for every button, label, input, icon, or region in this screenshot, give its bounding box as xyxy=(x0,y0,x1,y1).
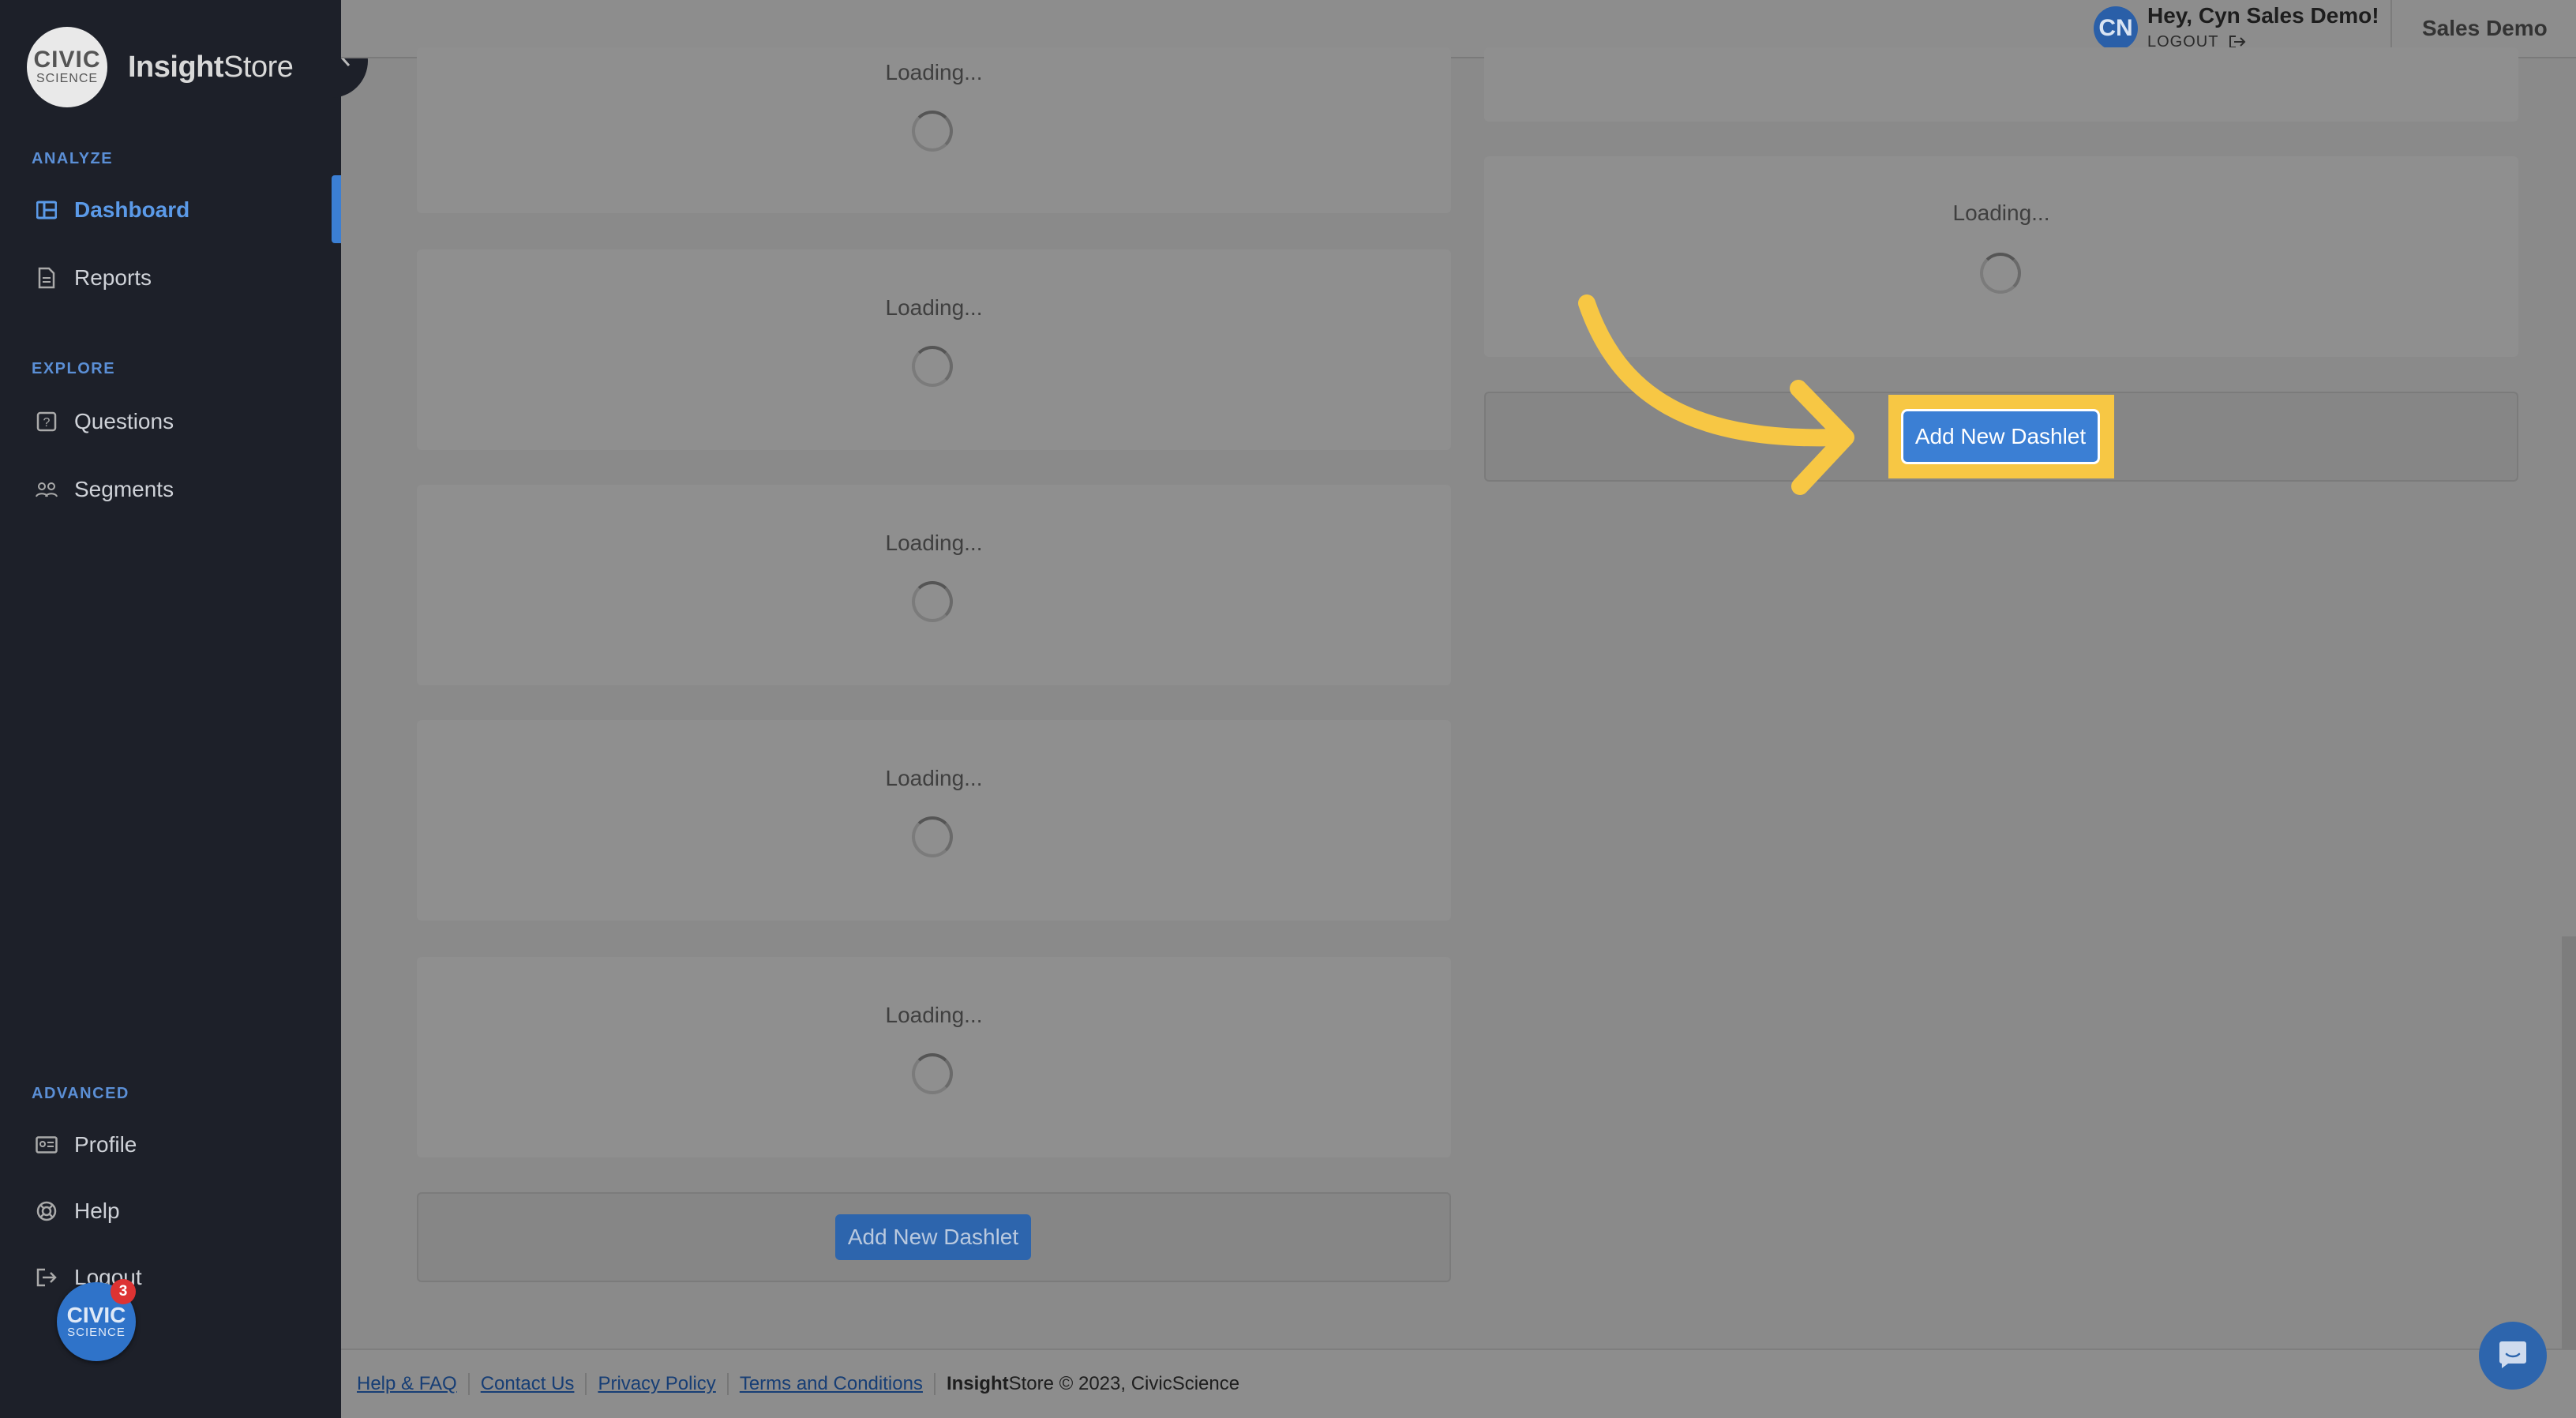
id-card-icon xyxy=(35,1133,58,1157)
chat-button[interactable] xyxy=(2479,1322,2547,1390)
sidebar: CIVIC SCIENCE InsightStore ANALYZE Dashb… xyxy=(0,0,341,1418)
section-label-advanced: ADVANCED xyxy=(32,1085,129,1102)
annotation-arrow-icon xyxy=(1578,294,1854,495)
section-label-analyze: ANALYZE xyxy=(32,150,114,167)
footer-link-help-faq[interactable]: Help & FAQ xyxy=(357,1373,470,1395)
loading-spinner-icon xyxy=(912,816,953,857)
footer-link-privacy-policy[interactable]: Privacy Policy xyxy=(598,1373,729,1395)
active-indicator xyxy=(332,175,341,243)
notification-count-badge: 3 xyxy=(111,1279,136,1304)
lifebuoy-icon xyxy=(35,1199,58,1223)
sidebar-item-dashboard[interactable]: Dashboard xyxy=(0,177,341,243)
dashlet-card xyxy=(1484,47,2518,122)
loading-spinner-icon xyxy=(912,346,953,387)
people-icon xyxy=(35,478,58,501)
brand-logo[interactable]: CIVIC SCIENCE InsightStore xyxy=(27,27,294,107)
add-new-dashlet-button-highlighted[interactable]: Add New Dashlet xyxy=(1901,409,2100,464)
app-name: InsightStore xyxy=(128,50,294,84)
section-label-explore: EXPLORE xyxy=(32,360,116,377)
document-icon xyxy=(35,266,58,290)
dashboard-icon xyxy=(35,198,58,222)
footer-link-contact-us[interactable]: Contact Us xyxy=(481,1373,587,1395)
civicscience-logo: CIVIC SCIENCE xyxy=(27,27,107,107)
footer: Help & FAQ Contact Us Privacy Policy Ter… xyxy=(341,1349,2576,1418)
loading-spinner-icon xyxy=(1980,253,2021,294)
question-icon: ? xyxy=(35,410,58,433)
account-name[interactable]: Sales Demo xyxy=(2422,16,2548,41)
loading-spinner-icon xyxy=(912,1053,953,1094)
sidebar-item-questions[interactable]: ? Questions xyxy=(0,388,341,455)
sidebar-item-segments[interactable]: Segments xyxy=(0,456,341,523)
sidebar-item-profile[interactable]: Profile xyxy=(0,1112,341,1178)
svg-text:?: ? xyxy=(43,416,51,430)
loading-spinner-icon xyxy=(912,111,953,152)
sidebar-item-help[interactable]: Help xyxy=(0,1178,341,1244)
chat-icon xyxy=(2497,1338,2529,1374)
scrollbar[interactable] xyxy=(2562,936,2576,1349)
logout-icon xyxy=(35,1266,58,1289)
sidebar-item-reports[interactable]: Reports xyxy=(0,245,341,311)
copyright-text: InsightStore © 2023, CivicScience xyxy=(946,1373,1240,1394)
footer-link-terms[interactable]: Terms and Conditions xyxy=(740,1373,936,1395)
loading-spinner-icon xyxy=(912,581,953,622)
sidebar-item-logout[interactable]: Logout xyxy=(0,1244,341,1311)
user-greeting: Hey, Cyn Sales Demo! xyxy=(2147,3,2379,28)
add-new-dashlet-button[interactable]: Add New Dashlet xyxy=(835,1214,1031,1260)
user-avatar[interactable]: CN xyxy=(2094,6,2138,51)
